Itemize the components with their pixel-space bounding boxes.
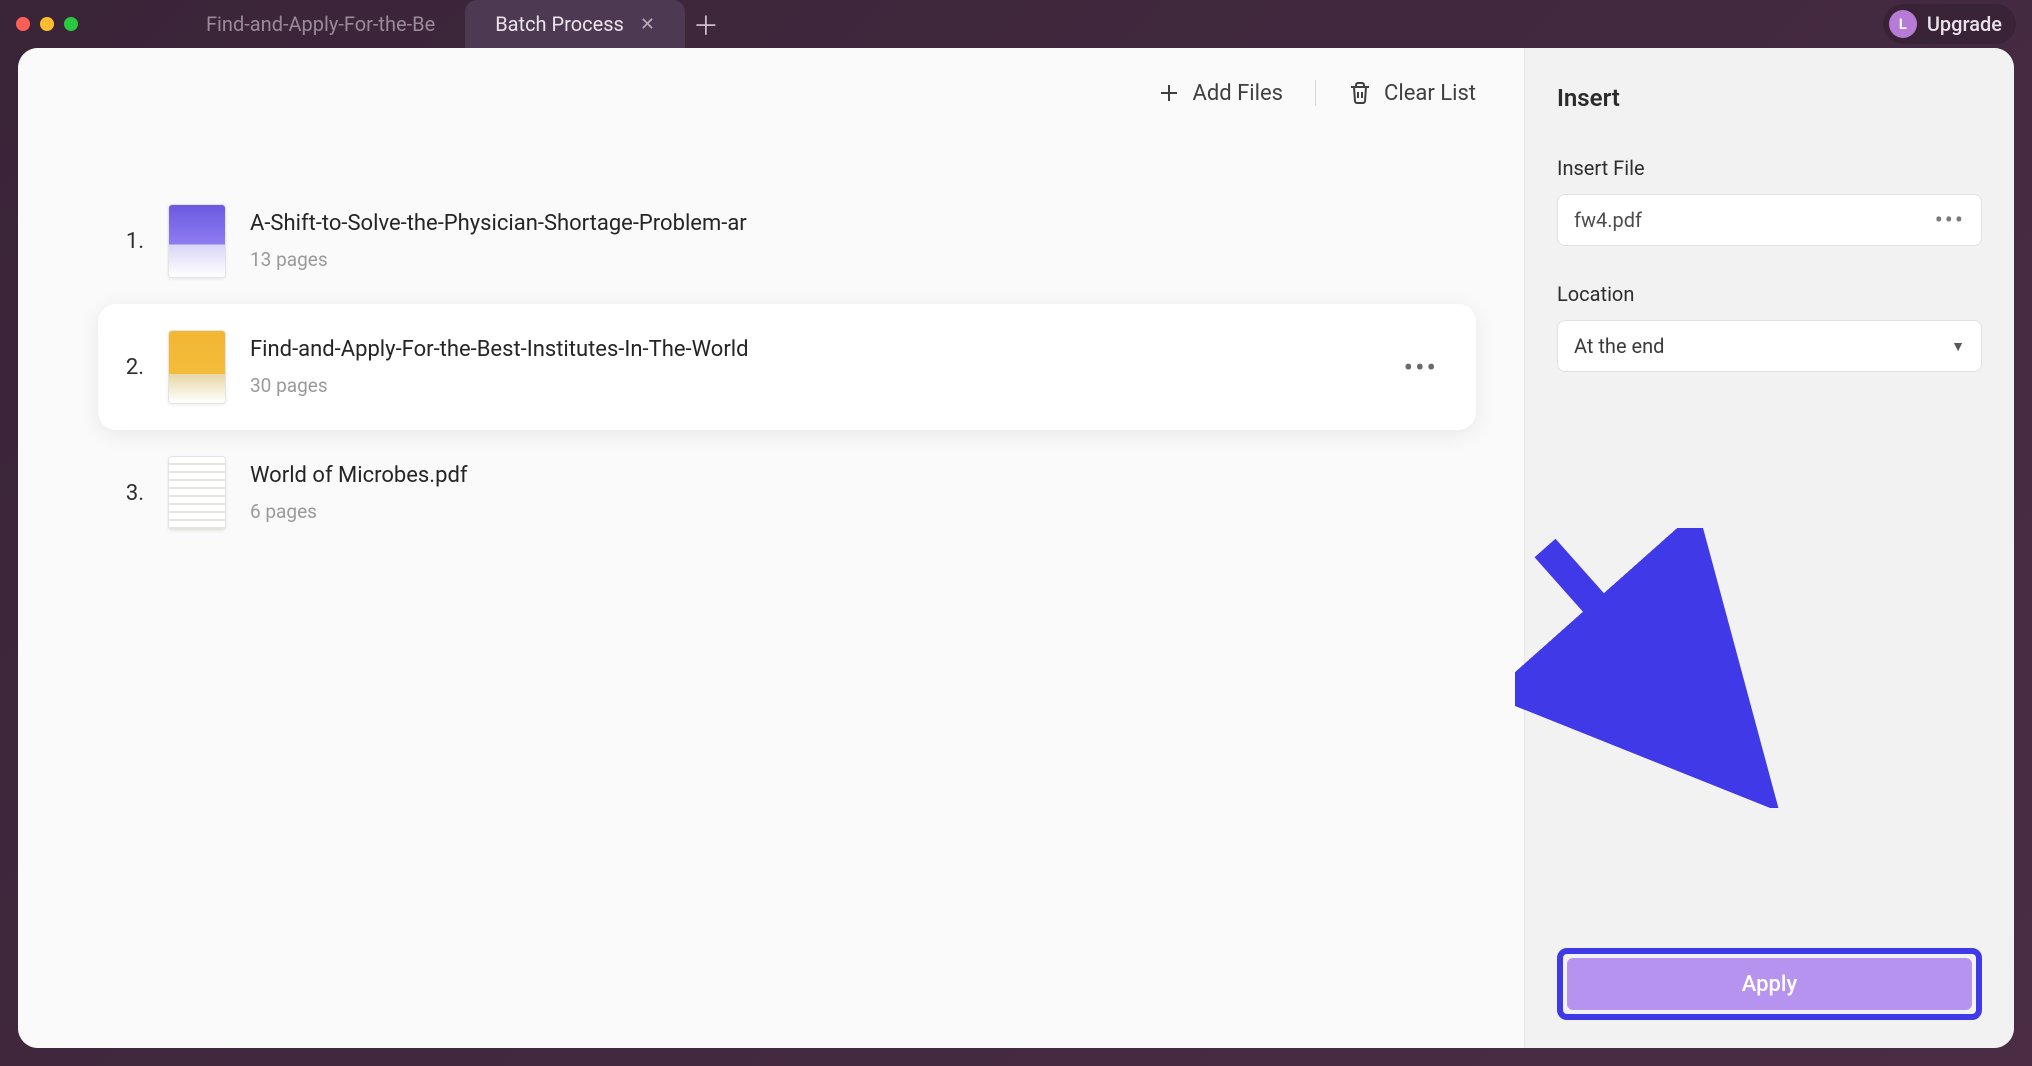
maximize-window-button[interactable] bbox=[64, 17, 78, 31]
trash-icon bbox=[1348, 81, 1372, 105]
separator bbox=[1315, 80, 1316, 106]
file-more-button[interactable]: ••• bbox=[1396, 351, 1446, 384]
apply-button[interactable]: Apply bbox=[1567, 958, 1972, 1010]
close-tab-button[interactable]: ✕ bbox=[640, 14, 655, 35]
upgrade-button[interactable]: L Upgrade bbox=[1883, 4, 2016, 44]
file-index: 1. bbox=[108, 229, 144, 254]
location-value: At the end bbox=[1574, 334, 1664, 358]
minimize-window-button[interactable] bbox=[40, 17, 54, 31]
avatar: L bbox=[1889, 10, 1917, 38]
insert-panel: Insert Insert File fw4.pdf ••• Location … bbox=[1524, 48, 2014, 1048]
annotation-arrow bbox=[1515, 528, 1835, 808]
file-pages: 30 pages bbox=[250, 374, 1372, 397]
file-list: 1. A-Shift-to-Solve-the-Physician-Shortag… bbox=[18, 138, 1524, 556]
tab-title: Batch Process bbox=[495, 12, 624, 36]
add-files-label: Add Files bbox=[1193, 81, 1284, 106]
tab-batch-process[interactable]: Batch Process ✕ bbox=[465, 0, 685, 48]
apply-label: Apply bbox=[1742, 972, 1798, 997]
panel-title: Insert bbox=[1557, 84, 1982, 112]
file-thumbnail bbox=[168, 204, 226, 278]
file-meta: Find-and-Apply-For-the-Best-Institutes-I… bbox=[250, 337, 1372, 397]
file-title: A-Shift-to-Solve-the-Physician-Shortage-… bbox=[250, 211, 1446, 236]
apply-highlight-ring: Apply bbox=[1557, 948, 1982, 1020]
file-pages: 6 pages bbox=[250, 500, 1446, 523]
tab-bar: Find-and-Apply-For-the-Be Batch Process … bbox=[176, 0, 1875, 48]
new-tab-button[interactable]: ＋ bbox=[685, 0, 727, 48]
more-icon: ••• bbox=[1935, 206, 1965, 234]
app-window: Add Files Clear List 1. A-Shift-to-Solve-… bbox=[18, 48, 2014, 1048]
file-index: 3. bbox=[108, 481, 144, 506]
file-meta: A-Shift-to-Solve-the-Physician-Shortage-… bbox=[250, 211, 1446, 271]
tab-title: Find-and-Apply-For-the-Be bbox=[206, 12, 435, 36]
add-files-button[interactable]: Add Files bbox=[1157, 81, 1284, 106]
file-title: Find-and-Apply-For-the-Best-Institutes-I… bbox=[250, 337, 1372, 362]
insert-file-label: Insert File bbox=[1557, 156, 1982, 180]
plus-icon bbox=[1157, 81, 1181, 105]
chevron-down-icon: ▼ bbox=[1951, 338, 1965, 355]
clear-list-button[interactable]: Clear List bbox=[1348, 81, 1476, 106]
file-row[interactable]: 3. World of Microbes.pdf 6 pages bbox=[98, 430, 1476, 556]
titlebar: Find-and-Apply-For-the-Be Batch Process … bbox=[0, 0, 2032, 48]
clear-list-label: Clear List bbox=[1384, 81, 1476, 106]
insert-file-value: fw4.pdf bbox=[1574, 208, 1642, 232]
file-row[interactable]: 2. Find-and-Apply-For-the-Best-Institutes… bbox=[98, 304, 1476, 430]
location-select[interactable]: At the end ▼ bbox=[1557, 320, 1982, 372]
file-row[interactable]: 1. A-Shift-to-Solve-the-Physician-Shortag… bbox=[98, 178, 1476, 304]
insert-file-picker[interactable]: fw4.pdf ••• bbox=[1557, 194, 1982, 246]
file-index: 2. bbox=[108, 355, 144, 380]
close-window-button[interactable] bbox=[16, 17, 30, 31]
tab-find-and-apply[interactable]: Find-and-Apply-For-the-Be bbox=[176, 0, 465, 48]
plus-icon: ＋ bbox=[693, 6, 719, 43]
list-toolbar: Add Files Clear List bbox=[18, 48, 1524, 138]
window-controls bbox=[16, 17, 78, 31]
location-label: Location bbox=[1557, 282, 1982, 306]
upgrade-label: Upgrade bbox=[1927, 12, 2002, 36]
file-thumbnail bbox=[168, 330, 226, 404]
file-list-area: Add Files Clear List 1. A-Shift-to-Solve-… bbox=[18, 48, 1524, 1048]
file-title: World of Microbes.pdf bbox=[250, 463, 1446, 488]
file-thumbnail bbox=[168, 456, 226, 530]
file-pages: 13 pages bbox=[250, 248, 1446, 271]
file-meta: World of Microbes.pdf 6 pages bbox=[250, 463, 1446, 523]
